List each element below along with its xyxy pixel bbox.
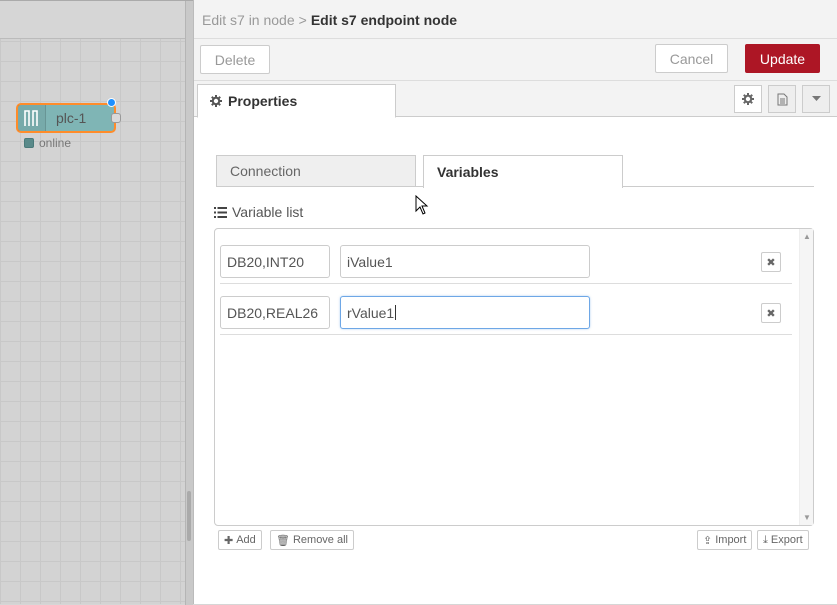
import-button[interactable]: ⇪ Import [697,530,753,550]
workspace-scrollbar[interactable] [185,1,193,605]
scroll-up-icon[interactable]: ▲ [803,232,811,241]
list-item: DB20,REAL26 rValue1 ✖ [220,284,792,335]
remove-row-button[interactable]: ✖ [761,303,781,323]
plus-icon: ✚ [224,534,234,547]
cancel-button[interactable]: Cancel [655,44,728,73]
breadcrumb: Edit s7 in node > Edit s7 endpoint node [194,0,837,39]
node-settings-tab-button[interactable] [734,85,762,113]
breadcrumb-separator: > [298,12,307,28]
variable-name-input[interactable]: iValue1 [340,245,590,278]
tab-connection[interactable]: Connection [216,155,416,187]
add-label: Add [236,534,256,546]
variable-name-input-focused[interactable]: rValue1 [340,296,590,329]
variable-address-input[interactable]: DB20,REAL26 [220,296,330,329]
delete-button[interactable]: Delete [200,45,270,74]
node-label: plc-1 [56,110,87,126]
s7-plc-icon [18,105,46,131]
close-icon: ✖ [766,307,776,320]
tray-tabs: Properties [194,81,837,118]
add-variable-button[interactable]: ✚ Add [218,530,262,550]
update-button[interactable]: Update [745,44,820,73]
workspace-header-strip [0,1,193,39]
variable-list-scrollbar[interactable]: ▲ ▼ [799,229,813,525]
scroll-down-icon[interactable]: ▼ [803,513,811,522]
variable-list: DB20,INT20 iValue1 ✖ DB20,REAL26 rValue1… [214,228,814,526]
export-label: Export [770,534,803,546]
node-status: online [24,136,71,150]
remove-all-button[interactable]: 🗑 Remove all [270,530,354,550]
trash-icon: 🗑 [276,534,290,547]
node-changed-indicator [107,98,116,107]
node-status-text: online [39,136,72,150]
tab-variables[interactable]: Variables [423,155,623,188]
properties-content: Connection Variables Variable list DB20,… [194,117,837,604]
file-text-icon [777,93,787,105]
breadcrumb-current: Edit s7 endpoint node [310,12,458,28]
variable-address-input[interactable]: DB20,INT20 [220,245,330,278]
workspace-scrollbar-thumb[interactable] [187,491,191,541]
remove-all-label: Remove all [292,534,348,546]
mouse-pointer-icon [415,195,429,215]
variable-name-value: rValue1 [347,304,395,321]
subtabs: Connection Variables [216,155,814,188]
import-label: Import [715,534,747,546]
gear-icon [210,95,222,107]
caret-down-icon [811,96,821,101]
gear-icon [742,93,754,105]
list-icon [214,206,227,218]
upload-icon: ⇪ [703,534,713,547]
export-button[interactable]: ⤓ Export [757,530,809,550]
variable-list-label: Variable list [232,204,304,220]
remove-row-button[interactable]: ✖ [761,252,781,272]
edit-tray: Edit s7 in node > Edit s7 endpoint node De… [193,0,837,604]
breadcrumb-parent[interactable]: Edit s7 in node [202,12,295,28]
variable-list-heading: Variable list [214,204,303,220]
close-icon: ✖ [766,256,776,269]
tab-properties-label: Properties [228,93,298,109]
tray-toolbar: Delete Cancel Update [194,39,837,81]
more-tabs-dropdown[interactable] [802,85,830,113]
node-output-port[interactable] [111,113,121,123]
status-dot-icon [24,138,34,148]
list-item: DB20,INT20 iValue1 ✖ [220,233,792,284]
flow-node-plc[interactable]: plc-1 [16,98,121,133]
download-icon: ⤓ [763,533,768,546]
description-tab-button[interactable] [768,85,796,113]
flow-workspace[interactable]: plc-1 online [0,0,193,605]
text-caret [395,305,397,320]
tab-properties[interactable]: Properties [197,84,396,118]
